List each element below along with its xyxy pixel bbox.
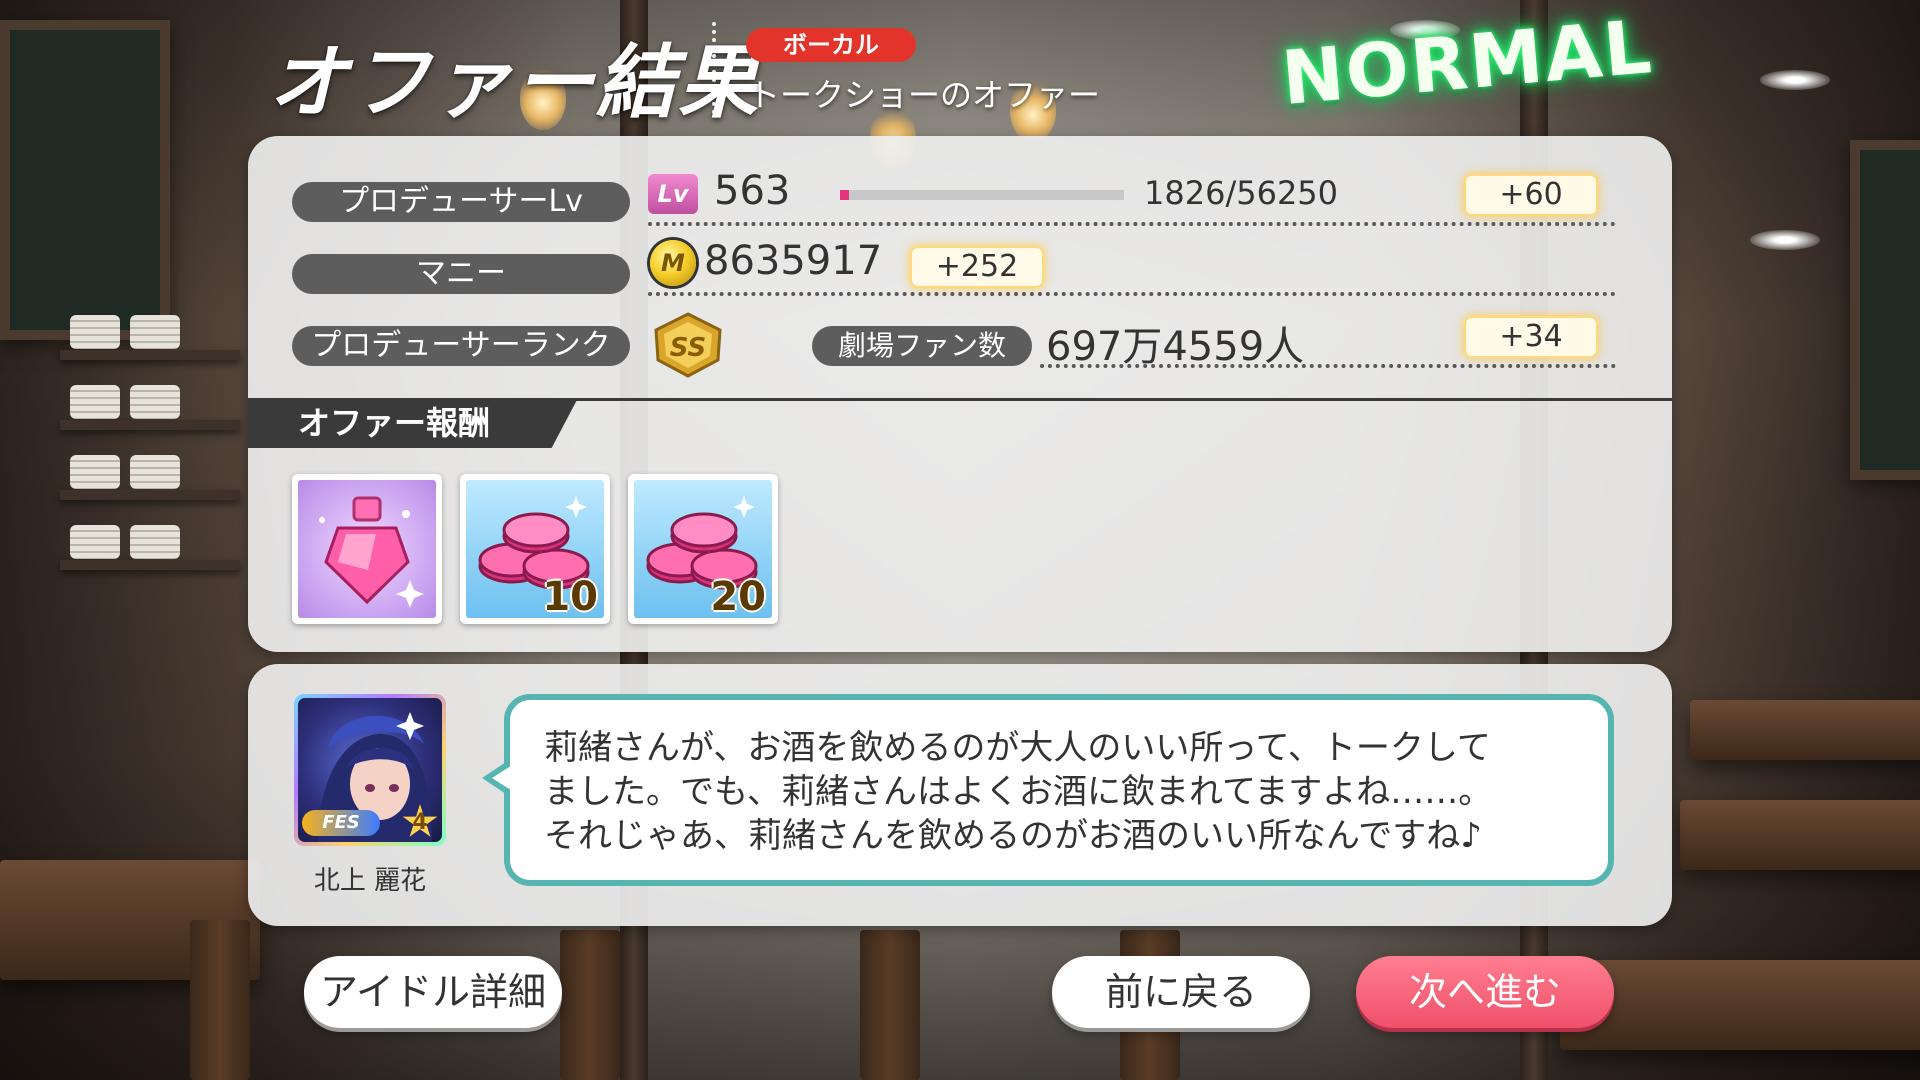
speech-bubble-tail-inner [492, 764, 514, 792]
message-line: ました。でも、莉緒さんはよくお酒に飲まれてますよね……。 [544, 772, 1493, 812]
reward-item[interactable]: 10 [460, 474, 610, 624]
message-line: 莉緒さんが、お酒を飲めるのが大人のいい所って、トークして [544, 728, 1491, 768]
theater-fans-label: 劇場ファン数 [812, 326, 1032, 366]
row-divider [1040, 364, 1616, 368]
pink-potion-icon [319, 496, 424, 608]
money-label: マニー [292, 254, 630, 294]
message-line: それじゃあ、莉緒さんを飲めるのがお酒のいい所なんですね♪ [544, 816, 1482, 856]
producer-lv-value: 563 [714, 168, 791, 214]
reward-item[interactable] [292, 474, 442, 624]
idol-message: 莉緒さんが、お酒を飲めるのが大人のいい所って、トークして ました。でも、莉緒さん… [544, 726, 1594, 858]
title-divider [712, 22, 716, 114]
idol-portrait[interactable]: FES 4 [294, 694, 446, 846]
fes-card-tag: FES [302, 810, 380, 836]
lv-gain-badge: +60 [1466, 176, 1596, 214]
level-icon: Lv [648, 174, 698, 214]
next-button[interactable]: 次へ進む [1356, 956, 1614, 1028]
money-coin-icon: M [650, 240, 696, 286]
page-title: オファー結果 [268, 36, 760, 129]
reward-item[interactable]: 20 [628, 474, 778, 624]
offer-name: トークショーのオファー [748, 76, 1101, 114]
idol-detail-button[interactable]: アイドル詳細 [304, 956, 562, 1028]
fans-gain-badge: +34 [1466, 318, 1596, 356]
reward-count: 20 [710, 574, 766, 620]
money-gain-badge: +252 [912, 248, 1042, 286]
back-button[interactable]: 前に戻る [1052, 956, 1310, 1028]
row-divider [648, 292, 1616, 296]
menu-board-right [1850, 140, 1920, 480]
money-value: 8635917 [704, 238, 883, 284]
speech-bubble: 莉緒さんが、お酒を飲めるのが大人のいい所って、トークして ました。でも、莉緒さん… [504, 694, 1614, 886]
reward-count: 10 [542, 574, 598, 620]
idol-comment-panel: FES 4 北上 麗花 莉緒さんが、お酒を飲めるのが大人のいい所って、トークして… [248, 664, 1672, 926]
producer-lv-label: プロデューサーLv [292, 182, 630, 222]
rewards-section-label: オファー報酬 [248, 398, 578, 448]
exp-text: 1826/56250 [1144, 174, 1339, 212]
svg-text:SS: SS [670, 333, 707, 363]
exp-progress-fill [840, 190, 850, 200]
idol-name: 北上 麗花 [313, 866, 427, 896]
offer-result-panel: プロデューサーLv Lv 563 1826/56250 +60 マニー M 86… [248, 136, 1672, 652]
rank-ss-badge-icon: SS [654, 312, 722, 378]
category-badge: ボーカル [746, 28, 916, 62]
producer-rank-label: プロデューサーランク [292, 326, 630, 366]
exp-progress-bar [840, 190, 1124, 200]
menu-board-left [0, 20, 170, 340]
row-divider [648, 222, 1616, 226]
